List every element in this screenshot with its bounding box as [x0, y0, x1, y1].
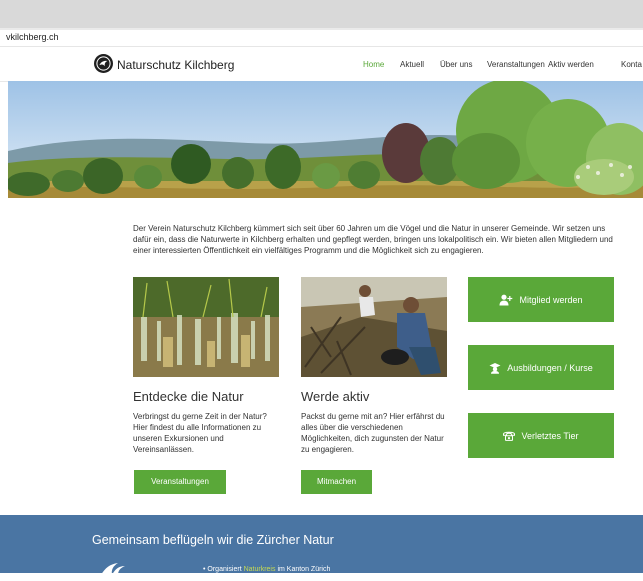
footer-org-link[interactable]: Naturkreis: [244, 566, 276, 573]
nav-veranstaltungen[interactable]: Veranstaltungen: [487, 60, 545, 69]
footer-org-line: • Organisiert Naturkreis im Kanton Züric…: [203, 566, 331, 573]
bird-wing-logo-icon: [100, 562, 126, 581]
site-brand[interactable]: Naturschutz Kilchberg: [117, 58, 234, 72]
card-title-entdecke: Entdecke die Natur: [133, 389, 244, 404]
site-header: Naturschutz Kilchberg Home Aktuell Über …: [0, 47, 643, 82]
water-reflection-image: [133, 277, 279, 377]
footer-org-prefix: Organisiert: [207, 566, 242, 573]
volunteers-working-image: [301, 277, 447, 377]
address-url[interactable]: vkilchberg.ch: [6, 32, 59, 42]
verletztes-tier-label: Verletztes Tier: [521, 430, 579, 441]
veranstaltungen-button[interactable]: Veranstaltungen: [134, 470, 226, 494]
graduation-icon: [489, 362, 501, 374]
footer-org-suffix: im Kanton Zürich: [277, 566, 331, 573]
footer-title: Gemeinsam beflügeln wir die Zürcher Natu…: [92, 533, 334, 547]
bird-logo-icon[interactable]: [94, 54, 113, 73]
address-bar[interactable]: vkilchberg.ch: [0, 30, 643, 47]
verletztes-tier-button[interactable]: Verletztes Tier: [468, 413, 614, 458]
hero-landscape-image: [8, 81, 643, 198]
nav-kontakt[interactable]: Konta: [621, 60, 642, 69]
browser-tab-strip: [0, 0, 643, 28]
add-user-icon: [499, 294, 513, 306]
mitmachen-button[interactable]: Mitmachen: [301, 470, 372, 494]
card-text-werde-aktiv: Packst du gerne mit an? Hier erfährst du…: [301, 412, 445, 454]
intro-text: Der Verein Naturschutz Kilchberg kümmert…: [133, 224, 613, 255]
site-footer: Gemeinsam beflügeln wir die Zürcher Natu…: [0, 515, 643, 575]
nav-aktuell[interactable]: Aktuell: [400, 60, 424, 69]
mitglied-werden-button[interactable]: Mitglied werden: [468, 277, 614, 322]
ausbildungen-kurse-label: Ausbildungen / Kurse: [507, 362, 593, 373]
card-title-werde-aktiv: Werde aktiv: [301, 389, 370, 404]
nav-home[interactable]: Home: [363, 60, 384, 69]
mitglied-werden-label: Mitglied werden: [519, 294, 583, 305]
phone-icon: [503, 430, 516, 441]
nav-aktiv-werden[interactable]: Aktiv werden: [548, 60, 594, 69]
ausbildungen-kurse-button[interactable]: Ausbildungen / Kurse: [468, 345, 614, 390]
card-text-entdecke: Verbringst du gerne Zeit in der Natur? H…: [133, 412, 267, 454]
nav-ueber-uns[interactable]: Über uns: [440, 60, 472, 69]
